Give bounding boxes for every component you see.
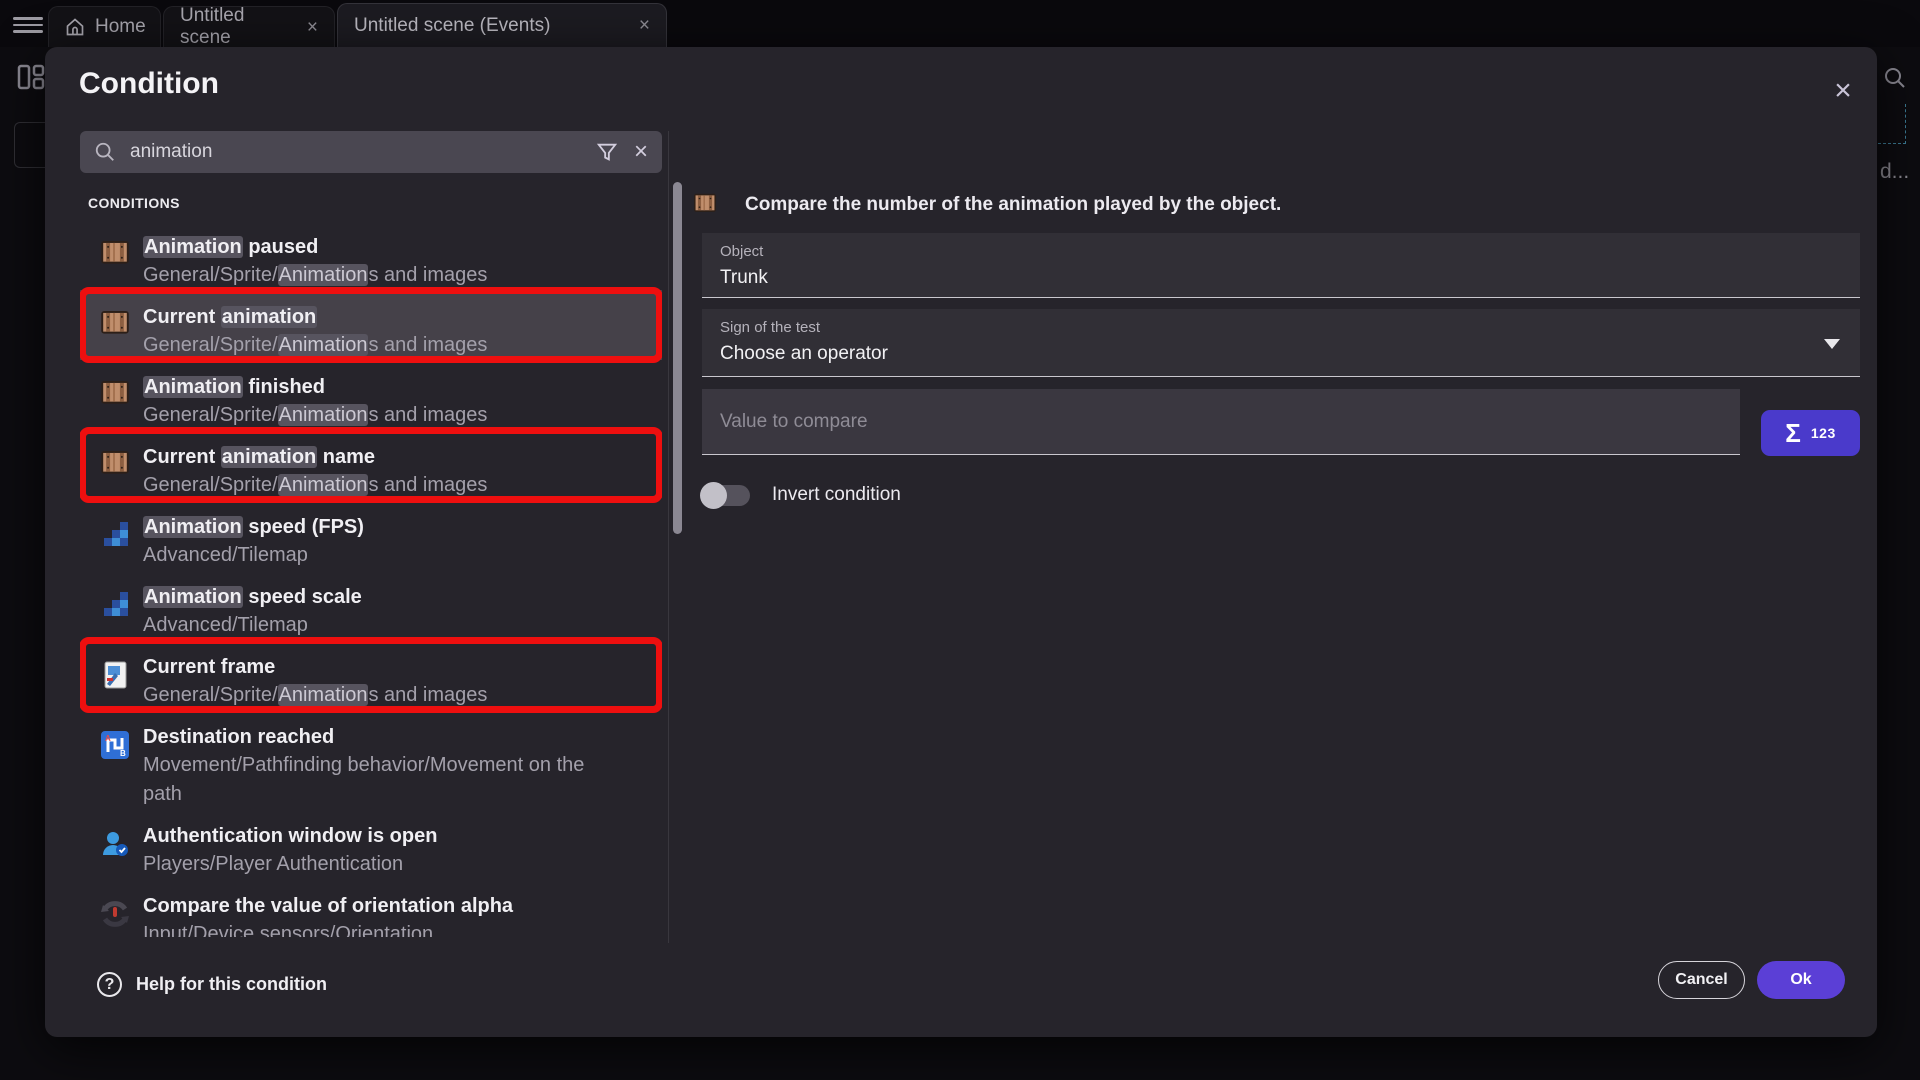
operator-select-label: Sign of the test [720, 319, 1842, 336]
tilemap-icon [100, 590, 130, 620]
event-selection-dashed-border [1905, 104, 1906, 144]
close-tab-icon[interactable]: × [307, 18, 318, 37]
pathfinding-icon: A B [100, 730, 130, 760]
condition-dialog: Condition × × CONDITIONS Animation pause… [45, 47, 1877, 1037]
sprite-icon [100, 450, 130, 480]
cancel-button[interactable]: Cancel [1658, 961, 1745, 999]
sprite-icon [100, 380, 130, 410]
tab-untitled-scene[interactable]: Untitled scene × [163, 6, 335, 47]
svg-text:B: B [120, 749, 126, 758]
value-to-compare-input[interactable] [702, 389, 1740, 454]
filter-icon[interactable] [596, 141, 618, 163]
condition-description: Compare the number of the animation play… [745, 194, 1281, 216]
condition-list-item[interactable]: Authentication window is openPlayers/Pla… [80, 809, 662, 879]
condition-path: General/Sprite/Animations and images [143, 471, 613, 500]
help-link[interactable]: ? Help for this condition [97, 972, 327, 997]
truncated-background-text: d... [1880, 160, 1909, 184]
expression-editor-button[interactable]: Σ 123 [1761, 410, 1860, 456]
condition-path: General/Sprite/Animations and images [143, 261, 613, 290]
condition-list-item[interactable]: Current animation nameGeneral/Sprite/Ani… [80, 430, 662, 500]
home-icon [65, 17, 85, 37]
background-button-fragment [14, 122, 46, 168]
auth-icon [100, 829, 130, 859]
toggle-knob [700, 482, 727, 509]
frame-icon [100, 660, 130, 690]
condition-path: Movement/Pathfinding behavior/Movement o… [143, 751, 613, 809]
invert-condition-toggle[interactable] [702, 485, 750, 506]
condition-title: Current animation [143, 303, 613, 331]
tab-label: Untitled scene [180, 5, 297, 49]
close-tab-icon[interactable]: × [639, 16, 650, 35]
tab-untitled-scene-events[interactable]: Untitled scene (Events) × [337, 3, 667, 47]
ok-button[interactable]: Ok [1757, 961, 1845, 999]
condition-list-item[interactable]: Animation speed scaleAdvanced/Tilemap [80, 570, 662, 640]
object-field-value: Trunk [720, 267, 1842, 289]
condition-title: Animation finished [143, 373, 613, 401]
condition-title: Authentication window is open [143, 822, 613, 850]
condition-title: Animation speed (FPS) [143, 513, 613, 541]
condition-title: Current frame [143, 653, 613, 681]
condition-title: Destination reached [143, 723, 613, 751]
search-input[interactable] [128, 140, 596, 164]
search-icon[interactable] [1883, 66, 1907, 90]
operator-select[interactable]: Sign of the test Choose an operator [702, 309, 1860, 377]
condition-list-item[interactable]: A B Destination reachedMovement/Pathfindi… [80, 710, 662, 809]
tab-bar: Home Untitled scene × Untitled scene (Ev… [0, 0, 1920, 47]
condition-path: Input/Device sensors/Orientation [143, 920, 613, 937]
conditions-section-header: CONDITIONS [88, 195, 662, 211]
object-field-label: Object [720, 243, 1842, 260]
tab-home[interactable]: Home [48, 6, 161, 47]
clear-search-icon[interactable]: × [634, 140, 648, 164]
condition-path: Advanced/Tilemap [143, 611, 613, 640]
condition-path: Advanced/Tilemap [143, 541, 613, 570]
menu-icon[interactable] [13, 17, 43, 33]
dialog-title: Condition [79, 67, 219, 101]
condition-path: General/Sprite/Animations and images [143, 401, 613, 430]
condition-list-item[interactable]: Animation pausedGeneral/Sprite/Animation… [80, 220, 662, 290]
search-bar[interactable]: × [80, 131, 662, 173]
condition-path: General/Sprite/Animations and images [143, 331, 613, 360]
help-icon: ? [97, 972, 122, 997]
condition-list-item[interactable]: Current frameGeneral/Sprite/Animations a… [80, 640, 662, 710]
object-field[interactable]: Object Trunk [702, 233, 1860, 298]
operator-select-value: Choose an operator [720, 343, 1842, 365]
condition-list-item[interactable]: Animation finishedGeneral/Sprite/Animati… [80, 360, 662, 430]
tilemap-icon [100, 520, 130, 550]
sprite-icon [693, 193, 717, 218]
condition-title: Animation paused [143, 233, 613, 261]
help-label: Help for this condition [136, 974, 327, 995]
chevron-down-icon [1824, 339, 1840, 349]
panels-icon[interactable] [16, 62, 46, 92]
sigma-icon: Σ [1785, 420, 1801, 446]
conditions-list: Animation pausedGeneral/Sprite/Animation… [80, 220, 662, 937]
condition-list-item[interactable]: Current animationGeneral/Sprite/Animatio… [80, 290, 662, 360]
sprite-icon [100, 240, 130, 270]
condition-title: Compare the value of orientation alpha [143, 892, 613, 920]
condition-path: General/Sprite/Animations and images [143, 681, 613, 710]
scrollbar-track [668, 131, 669, 943]
scrollbar-thumb[interactable] [673, 182, 682, 534]
event-selection-dashed-border [1878, 143, 1906, 144]
svg-text:A: A [105, 734, 111, 743]
sprite-icon [100, 310, 130, 340]
condition-search-panel: × CONDITIONS Animation pausedGeneral/Spr… [80, 131, 662, 937]
condition-list-item[interactable]: Animation speed (FPS)Advanced/Tilemap [80, 500, 662, 570]
value-to-compare-field[interactable] [702, 389, 1740, 455]
tab-label: Untitled scene (Events) [354, 15, 550, 37]
condition-title: Animation speed scale [143, 583, 613, 611]
tab-label: Home [95, 16, 146, 38]
close-icon[interactable]: × [1823, 71, 1863, 111]
orientation-icon [100, 899, 130, 929]
invert-condition-label: Invert condition [772, 484, 901, 506]
expression-123-badge: 123 [1811, 425, 1836, 441]
condition-title: Current animation name [143, 443, 613, 471]
app-background: Home Untitled scene × Untitled scene (Ev… [0, 0, 1920, 1080]
condition-list-item[interactable]: Compare the value of orientation alphaIn… [80, 879, 662, 937]
condition-path: Players/Player Authentication [143, 850, 613, 879]
search-icon [94, 141, 116, 163]
